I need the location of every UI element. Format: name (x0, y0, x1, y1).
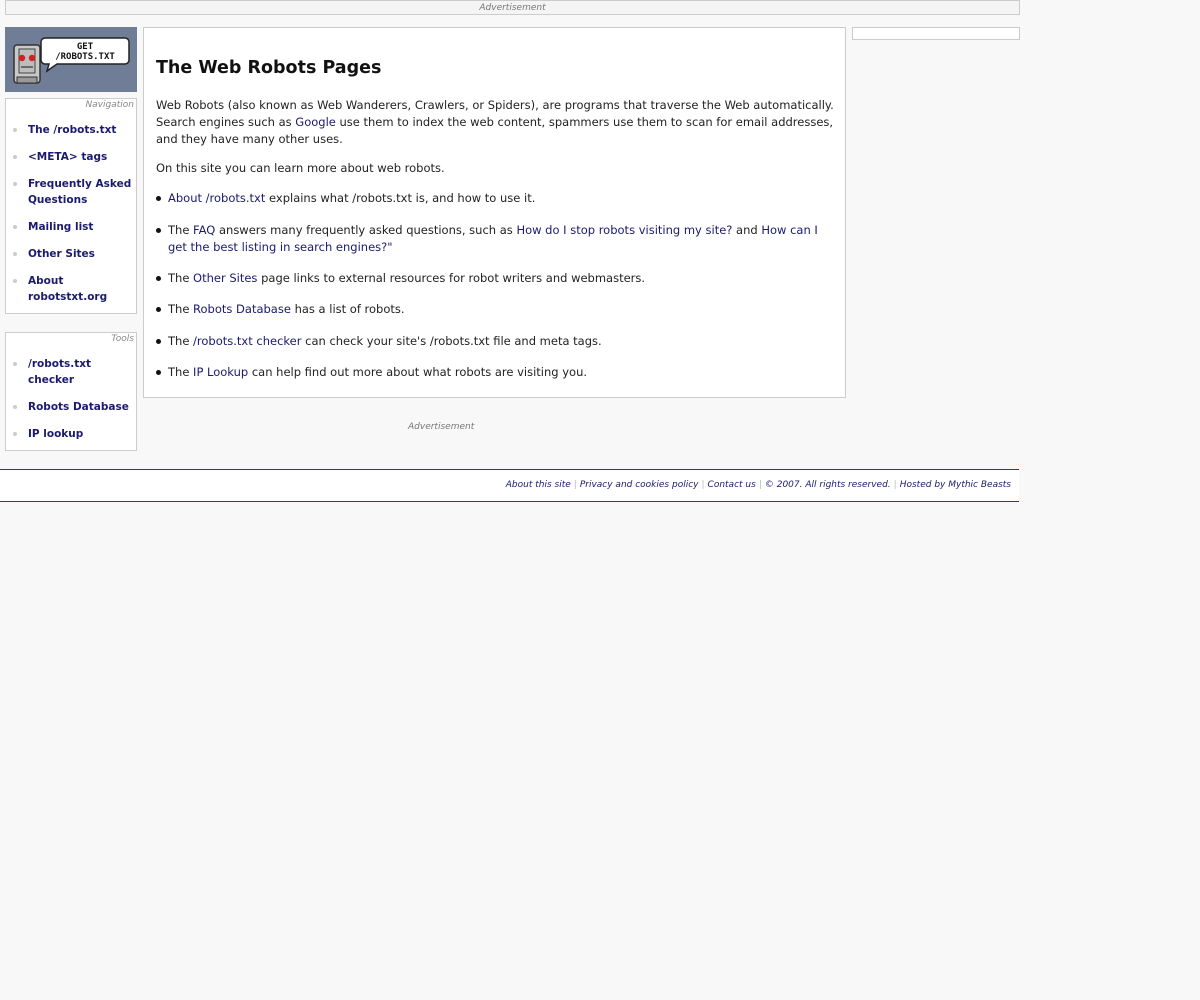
robots-txt-checker-link[interactable]: /robots.txt checker (193, 334, 301, 348)
bullet-robots-database: The Robots Database has a list of robots… (156, 301, 405, 318)
other-sites-link[interactable]: Other Sites (193, 271, 257, 285)
navigation-box: Navigation The /robots.txt <META> tags F… (5, 98, 137, 314)
tools-title: Tools (111, 334, 134, 344)
main-content: The Web Robots Pages Web Robots (also kn… (143, 27, 846, 398)
logo-text-line1: GET (77, 42, 94, 52)
tools-list: /robots.txt checker Robots Database IP l… (6, 356, 136, 442)
nav-item-meta-tags: <META> tags (13, 149, 136, 165)
bullet-faq-and: and (732, 223, 762, 237)
footer-separator: | (701, 480, 705, 490)
about-robots-txt-link[interactable]: About /robots.txt (168, 191, 265, 205)
robot-logo-icon: GET /ROBOTS.TXT (5, 27, 137, 92)
footer: About this site | Privacy and cookies poli… (0, 469, 1019, 502)
site-logo[interactable]: GET /ROBOTS.TXT (5, 27, 137, 92)
footer-separator: | (893, 480, 897, 490)
bullet-about-text: explains what /robots.txt is, and how to… (265, 191, 536, 205)
navigation-title: Navigation (85, 100, 134, 110)
bullet-faq-prefix: The (168, 223, 194, 237)
bullet-about: About /robots.txt explains what /robots.… (155, 190, 536, 207)
tools-box: Tools /robots.txt checker Robots Databas… (5, 332, 137, 451)
navigation-list: The /robots.txt <META> tags Frequently A… (6, 122, 136, 305)
footer-copyright: © 2007. All rights reserved. (764, 480, 891, 490)
ip-lookup-link[interactable]: IP Lookup (193, 365, 248, 379)
nav-item-robots-txt: The /robots.txt (13, 122, 136, 138)
footer-links: About this site | Privacy and cookies poli… (506, 480, 1011, 490)
nav-item-other-sites: Other Sites (13, 246, 136, 262)
bullet-ip-prefix: The (168, 365, 194, 379)
nav-link-about[interactable]: About robotstxt.org (28, 275, 107, 303)
page-title: The Web Robots Pages (156, 58, 382, 78)
footer-privacy-link[interactable]: Privacy and cookies policy (580, 480, 699, 490)
faq-link[interactable]: FAQ (193, 223, 215, 237)
bullet-other-sites: The Other Sites page links to external r… (155, 270, 646, 287)
bottom-advertisement: Advertisement (408, 422, 475, 432)
logo-text-line2: /ROBOTS.TXT (55, 52, 115, 62)
nav-link-faq[interactable]: Frequently Asked Questions (28, 178, 131, 206)
nav-link-meta-tags[interactable]: <META> tags (28, 151, 107, 163)
nav-item-faq: Frequently Asked Questions (13, 176, 136, 208)
footer-separator: | (758, 480, 762, 490)
bullet-checker-prefix: The (168, 334, 194, 348)
top-advertisement: Advertisement (5, 0, 1020, 15)
nav-link-robots-txt[interactable]: The /robots.txt (28, 124, 116, 136)
bullet-faq: The FAQ answers many frequently asked qu… (156, 222, 823, 256)
tool-item-checker: /robots.txt checker (13, 356, 136, 388)
bullet-faq-text: answers many frequently asked questions,… (215, 223, 517, 237)
footer-separator: | (573, 480, 577, 490)
bullet-other-text: page links to external resources for rob… (257, 271, 646, 285)
tool-link-robots-database[interactable]: Robots Database (28, 401, 129, 413)
footer-hosted-link[interactable]: Hosted by Mythic Beasts (900, 480, 1011, 490)
bullet-other-prefix: The (168, 271, 194, 285)
tool-item-ip-lookup: IP lookup (13, 426, 136, 442)
bullet-db-prefix: The (168, 302, 194, 316)
bullet-ip-lookup: The IP Lookup can help find out more abo… (155, 364, 588, 381)
bullet-ip-text: can help find out more about what robots… (248, 365, 588, 379)
nav-item-about: About robotstxt.org (13, 273, 136, 305)
robots-database-link[interactable]: Robots Database (193, 302, 291, 316)
right-ad-box (852, 27, 1020, 40)
tool-link-checker[interactable]: /robots.txt checker (28, 358, 91, 386)
bullet-checker: The /robots.txt checker can check your s… (156, 333, 602, 350)
nav-link-mailing-list[interactable]: Mailing list (28, 221, 93, 233)
nav-link-other-sites[interactable]: Other Sites (28, 248, 95, 260)
intro-paragraph: Web Robots (also known as Web Wanderers,… (156, 97, 836, 148)
footer-contact-link[interactable]: Contact us (708, 480, 756, 490)
google-link[interactable]: Google (295, 115, 336, 129)
footer-about-link[interactable]: About this site (506, 480, 571, 490)
bullet-checker-text: can check your site's /robots.txt file a… (301, 334, 602, 348)
stop-robots-link[interactable]: How do I stop robots visiting my site? (516, 223, 732, 237)
tool-item-robots-database: Robots Database (13, 399, 136, 415)
learn-more-paragraph: On this site you can learn more about we… (156, 161, 445, 175)
nav-item-mailing-list: Mailing list (13, 219, 136, 235)
tool-link-ip-lookup[interactable]: IP lookup (28, 428, 83, 440)
bullet-db-text: has a list of robots. (290, 302, 405, 316)
top-ad-label: Advertisement (479, 3, 546, 13)
